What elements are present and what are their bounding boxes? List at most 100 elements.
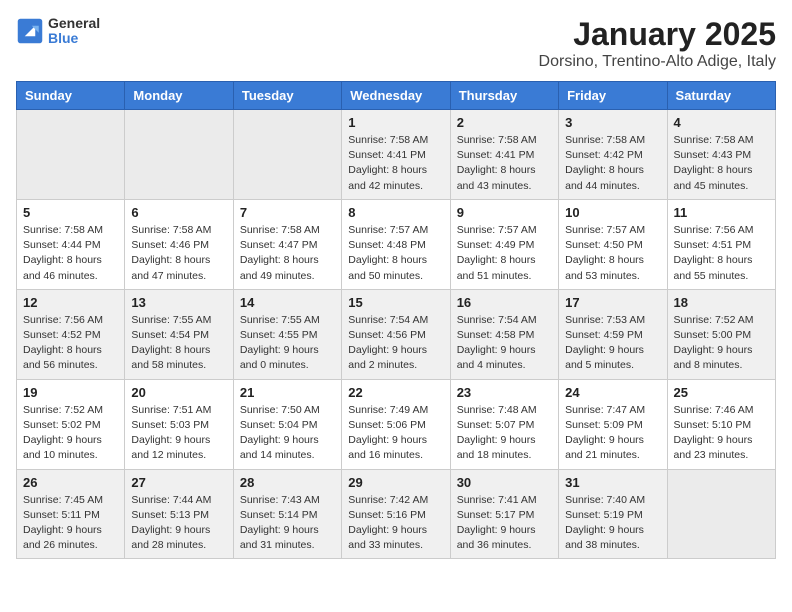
- day-info: Sunrise: 7:50 AM Sunset: 5:04 PM Dayligh…: [240, 403, 335, 464]
- table-row: 20 Sunrise: 7:51 AM Sunset: 5:03 PM Dayli…: [125, 379, 233, 469]
- day-info: Sunrise: 7:54 AM Sunset: 4:56 PM Dayligh…: [348, 313, 443, 374]
- day-number: 15: [348, 295, 443, 310]
- day-info: Sunrise: 7:58 AM Sunset: 4:47 PM Dayligh…: [240, 223, 335, 284]
- day-number: 24: [565, 385, 660, 400]
- table-row: 10 Sunrise: 7:57 AM Sunset: 4:50 PM Dayli…: [559, 199, 667, 289]
- table-row: 16Sunrise: 7:54 AM Sunset: 4:58 PM Dayli…: [450, 289, 558, 379]
- day-info: Sunrise: 7:58 AM Sunset: 4:44 PM Dayligh…: [23, 223, 118, 284]
- month-title: January 2025: [539, 16, 776, 53]
- table-row: 3 Sunrise: 7:58 AM Sunset: 4:42 PM Daylig…: [559, 110, 667, 200]
- table-row: 26 Sunrise: 7:45 AM Sunset: 5:11 PM Dayli…: [17, 469, 125, 559]
- logo-icon: [16, 17, 44, 45]
- logo-blue-text: Blue: [48, 31, 100, 46]
- day-info: Sunrise: 7:58 AM Sunset: 4:43 PM Dayligh…: [674, 133, 769, 194]
- calendar-week-row: 12 Sunrise: 7:56 AM Sunset: 4:52 PM Dayli…: [17, 289, 776, 379]
- table-row: 2Sunrise: 7:58 AM Sunset: 4:41 PM Daylig…: [450, 110, 558, 200]
- day-number: 27: [131, 475, 226, 490]
- day-info: Sunrise: 7:57 AM Sunset: 4:48 PM Dayligh…: [348, 223, 443, 284]
- table-row: 13 Sunrise: 7:55 AM Sunset: 4:54 PM Dayli…: [125, 289, 233, 379]
- day-info: Sunrise: 7:41 AM Sunset: 5:17 PM Dayligh…: [457, 493, 552, 554]
- day-number: 6: [131, 205, 226, 220]
- day-number: 31: [565, 475, 660, 490]
- calendar-week-row: 19 Sunrise: 7:52 AM Sunset: 5:02 PM Dayli…: [17, 379, 776, 469]
- day-info: Sunrise: 7:56 AM Sunset: 4:52 PM Dayligh…: [23, 313, 118, 374]
- day-number: 1: [348, 115, 443, 130]
- day-number: 5: [23, 205, 118, 220]
- day-info: Sunrise: 7:52 AM Sunset: 5:00 PM Dayligh…: [674, 313, 769, 374]
- day-info: Sunrise: 7:53 AM Sunset: 4:59 PM Dayligh…: [565, 313, 660, 374]
- table-row: 17 Sunrise: 7:53 AM Sunset: 4:59 PM Dayli…: [559, 289, 667, 379]
- day-number: 28: [240, 475, 335, 490]
- header-wednesday: Wednesday: [342, 82, 450, 110]
- location-title: Dorsino, Trentino-Alto Adige, Italy: [539, 53, 776, 71]
- day-number: 21: [240, 385, 335, 400]
- day-info: Sunrise: 7:58 AM Sunset: 4:41 PM Dayligh…: [348, 133, 443, 194]
- day-number: 14: [240, 295, 335, 310]
- day-number: 29: [348, 475, 443, 490]
- calendar-header-row: Sunday Monday Tuesday Wednesday Thursday…: [17, 82, 776, 110]
- calendar-table: Sunday Monday Tuesday Wednesday Thursday…: [16, 81, 776, 559]
- table-row: 8 Sunrise: 7:57 AM Sunset: 4:48 PM Daylig…: [342, 199, 450, 289]
- day-info: Sunrise: 7:40 AM Sunset: 5:19 PM Dayligh…: [565, 493, 660, 554]
- day-number: 20: [131, 385, 226, 400]
- table-row: 22 Sunrise: 7:49 AM Sunset: 5:06 PM Dayli…: [342, 379, 450, 469]
- table-row: 21 Sunrise: 7:50 AM Sunset: 5:04 PM Dayli…: [233, 379, 341, 469]
- day-number: 3: [565, 115, 660, 130]
- table-row: 23 Sunrise: 7:48 AM Sunset: 5:07 PM Dayli…: [450, 379, 558, 469]
- day-number: 16: [457, 295, 552, 310]
- header-sunday: Sunday: [17, 82, 125, 110]
- day-info: Sunrise: 7:55 AM Sunset: 4:54 PM Dayligh…: [131, 313, 226, 374]
- day-number: 13: [131, 295, 226, 310]
- day-info: Sunrise: 7:48 AM Sunset: 5:07 PM Dayligh…: [457, 403, 552, 464]
- calendar-week-row: 26 Sunrise: 7:45 AM Sunset: 5:11 PM Dayli…: [17, 469, 776, 559]
- logo: General Blue: [16, 16, 100, 47]
- day-info: Sunrise: 7:52 AM Sunset: 5:02 PM Dayligh…: [23, 403, 118, 464]
- day-number: 11: [674, 205, 769, 220]
- table-row: 7 Sunrise: 7:58 AM Sunset: 4:47 PM Daylig…: [233, 199, 341, 289]
- table-row: 11 Sunrise: 7:56 AM Sunset: 4:51 PM Dayli…: [667, 199, 775, 289]
- day-info: Sunrise: 7:49 AM Sunset: 5:06 PM Dayligh…: [348, 403, 443, 464]
- day-number: 7: [240, 205, 335, 220]
- day-number: 30: [457, 475, 552, 490]
- table-row: 30 Sunrise: 7:41 AM Sunset: 5:17 PM Dayli…: [450, 469, 558, 559]
- day-number: 22: [348, 385, 443, 400]
- table-row: 29 Sunrise: 7:42 AM Sunset: 5:16 PM Dayli…: [342, 469, 450, 559]
- table-row: 27Sunrise: 7:44 AM Sunset: 5:13 PM Dayli…: [125, 469, 233, 559]
- day-number: 26: [23, 475, 118, 490]
- day-info: Sunrise: 7:45 AM Sunset: 5:11 PM Dayligh…: [23, 493, 118, 554]
- day-number: 18: [674, 295, 769, 310]
- table-row: [667, 469, 775, 559]
- day-number: 9: [457, 205, 552, 220]
- table-row: 9 Sunrise: 7:57 AM Sunset: 4:49 PM Daylig…: [450, 199, 558, 289]
- day-info: Sunrise: 7:58 AM Sunset: 4:42 PM Dayligh…: [565, 133, 660, 194]
- day-info: Sunrise: 7:51 AM Sunset: 5:03 PM Dayligh…: [131, 403, 226, 464]
- table-row: 24Sunrise: 7:47 AM Sunset: 5:09 PM Dayli…: [559, 379, 667, 469]
- table-row: [17, 110, 125, 200]
- day-info: Sunrise: 7:43 AM Sunset: 5:14 PM Dayligh…: [240, 493, 335, 554]
- title-area: January 2025 Dorsino, Trentino-Alto Adig…: [539, 16, 776, 71]
- table-row: 15 Sunrise: 7:54 AM Sunset: 4:56 PM Dayli…: [342, 289, 450, 379]
- page-header: General Blue January 2025 Dorsino, Trent…: [16, 16, 776, 71]
- day-number: 2: [457, 115, 552, 130]
- calendar-week-row: 1 Sunrise: 7:58 AM Sunset: 4:41 PM Daylig…: [17, 110, 776, 200]
- table-row: 14Sunrise: 7:55 AM Sunset: 4:55 PM Dayli…: [233, 289, 341, 379]
- table-row: 28 Sunrise: 7:43 AM Sunset: 5:14 PM Dayli…: [233, 469, 341, 559]
- calendar-week-row: 5 Sunrise: 7:58 AM Sunset: 4:44 PM Daylig…: [17, 199, 776, 289]
- day-info: Sunrise: 7:56 AM Sunset: 4:51 PM Dayligh…: [674, 223, 769, 284]
- table-row: 12 Sunrise: 7:56 AM Sunset: 4:52 PM Dayli…: [17, 289, 125, 379]
- table-row: 25Sunrise: 7:46 AM Sunset: 5:10 PM Dayli…: [667, 379, 775, 469]
- table-row: 18 Sunrise: 7:52 AM Sunset: 5:00 PM Dayli…: [667, 289, 775, 379]
- day-number: 17: [565, 295, 660, 310]
- day-number: 25: [674, 385, 769, 400]
- header-monday: Monday: [125, 82, 233, 110]
- day-info: Sunrise: 7:57 AM Sunset: 4:49 PM Dayligh…: [457, 223, 552, 284]
- day-number: 12: [23, 295, 118, 310]
- day-info: Sunrise: 7:57 AM Sunset: 4:50 PM Dayligh…: [565, 223, 660, 284]
- table-row: 6Sunrise: 7:58 AM Sunset: 4:46 PM Daylig…: [125, 199, 233, 289]
- day-number: 23: [457, 385, 552, 400]
- day-number: 19: [23, 385, 118, 400]
- day-number: 10: [565, 205, 660, 220]
- day-number: 8: [348, 205, 443, 220]
- day-info: Sunrise: 7:42 AM Sunset: 5:16 PM Dayligh…: [348, 493, 443, 554]
- header-saturday: Saturday: [667, 82, 775, 110]
